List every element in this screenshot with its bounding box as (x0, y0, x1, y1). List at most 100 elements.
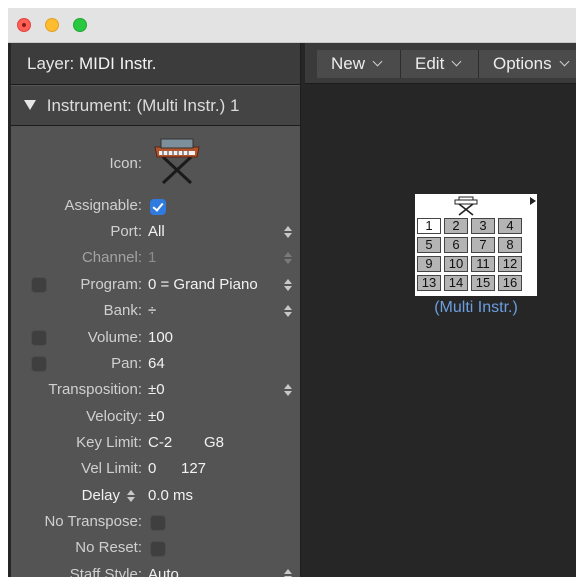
channel-button-8[interactable]: 8 (498, 237, 522, 253)
port-value[interactable]: All (148, 219, 165, 245)
channel-grid: 1 2 3 4 5 6 7 8 9 10 11 12 13 14 15 16 (417, 218, 527, 294)
key-limit-label: Key Limit: (76, 434, 142, 451)
channel-button-12[interactable]: 12 (498, 256, 522, 272)
bank-label: Bank: (103, 302, 142, 319)
zoom-window-button[interactable] (73, 18, 87, 32)
channel-button-7[interactable]: 7 (471, 237, 495, 253)
program-row: Program: 0 = Grand Piano (11, 272, 300, 298)
channel-button-16[interactable]: 16 (498, 275, 522, 291)
program-stepper-icon[interactable] (284, 279, 292, 291)
program-checkbox[interactable] (31, 277, 47, 293)
no-reset-checkbox[interactable] (150, 541, 166, 557)
icon-label: Icon: (109, 155, 142, 172)
volume-value[interactable]: 100 (148, 325, 173, 351)
title-bar (8, 8, 576, 43)
key-limit-low[interactable]: C-2 (148, 430, 172, 456)
channel-button-9[interactable]: 9 (417, 256, 441, 272)
program-value[interactable]: 0 = Grand Piano (148, 272, 258, 298)
pan-value[interactable]: 64 (148, 351, 165, 377)
staff-style-stepper-icon[interactable] (284, 569, 292, 577)
vel-limit-low[interactable]: 0 (148, 456, 156, 482)
vel-limit-label: Vel Limit: (81, 460, 142, 477)
edit-menu-label: Edit (415, 54, 445, 73)
delay-row: Delay 0.0 ms (11, 483, 300, 509)
vel-limit-high[interactable]: 127 (181, 456, 206, 482)
inspector-panel: Layer: MIDI Instr. Instrument: (Multi In… (11, 43, 301, 577)
no-reset-label: No Reset: (75, 539, 142, 556)
new-menu-button[interactable]: New (317, 50, 401, 78)
bank-row: Bank: ÷ (11, 298, 300, 324)
volume-checkbox[interactable] (31, 330, 47, 346)
channel-button-13[interactable]: 13 (417, 275, 441, 291)
channel-button-3[interactable]: 3 (471, 218, 495, 234)
keyboard-stand-icon[interactable] (153, 135, 201, 185)
instrument-label: Instrument: (46, 96, 132, 115)
environment-canvas[interactable]: 1 2 3 4 5 6 7 8 9 10 11 12 13 14 15 16 (… (305, 84, 576, 577)
new-menu-label: New (331, 54, 366, 73)
channel-button-10[interactable]: 10 (444, 256, 468, 272)
port-stepper-icon[interactable] (284, 226, 292, 238)
layer-menu[interactable]: Layer: MIDI Instr. (11, 43, 300, 85)
channel-button-6[interactable]: 6 (444, 237, 468, 253)
channel-button-1[interactable]: 1 (417, 218, 441, 234)
delay-label[interactable]: Delay (82, 483, 120, 509)
velocity-value[interactable]: ±0 (148, 404, 165, 430)
transposition-row: Transposition: ±0 (11, 377, 300, 403)
multi-instrument-object[interactable]: 1 2 3 4 5 6 7 8 9 10 11 12 13 14 15 16 (415, 194, 537, 296)
staff-style-value[interactable]: Auto (148, 562, 179, 577)
channel-button-2[interactable]: 2 (444, 218, 468, 234)
channel-button-11[interactable]: 11 (471, 256, 495, 272)
transposition-label: Transposition: (48, 381, 142, 398)
icon-row: Icon: (11, 131, 300, 191)
port-label: Port: (110, 223, 142, 240)
minimize-window-button[interactable] (45, 18, 59, 32)
key-limit-high[interactable]: G8 (204, 430, 224, 456)
staff-style-label: Staff Style: (69, 566, 142, 577)
channel-label: Channel: (81, 249, 142, 266)
chevron-down-icon (559, 56, 570, 67)
instrument-header[interactable]: Instrument: (Multi Instr.) 1 (11, 86, 300, 126)
vel-limit-row: Vel Limit: 0 127 (11, 456, 300, 482)
instrument-name[interactable]: (Multi Instr.) 1 (137, 96, 240, 115)
delay-value[interactable]: 0.0 ms (148, 483, 193, 509)
options-menu-button[interactable]: Options (479, 50, 576, 78)
no-reset-row: No Reset: (11, 535, 300, 561)
no-transpose-row: No Transpose: (11, 509, 300, 535)
bank-value[interactable]: ÷ (148, 298, 156, 324)
pan-label: Pan: (111, 355, 142, 372)
channel-button-14[interactable]: 14 (444, 275, 468, 291)
program-label: Program: (80, 276, 142, 293)
close-window-button[interactable] (17, 18, 31, 32)
chevron-down-icon (451, 56, 462, 67)
disclosure-triangle-icon[interactable] (24, 100, 36, 110)
assignable-row: Assignable: (11, 193, 300, 219)
environment-window: Layer: MIDI Instr. Instrument: (Multi In… (8, 8, 576, 577)
staff-style-row: Staff Style: Auto (11, 562, 300, 577)
midi-output-arrow-icon[interactable] (530, 197, 536, 205)
assignable-label: Assignable: (64, 197, 142, 214)
no-transpose-checkbox[interactable] (150, 515, 166, 531)
pan-row: Pan: 64 (11, 351, 300, 377)
environment-toolbar: New Edit Options (305, 43, 576, 84)
port-row[interactable]: Port: All (11, 219, 300, 245)
edit-menu-button[interactable]: Edit (401, 50, 479, 78)
velocity-label: Velocity: (86, 408, 142, 425)
assignable-checkbox[interactable] (150, 199, 166, 215)
pan-checkbox[interactable] (31, 356, 47, 372)
volume-row: Volume: 100 (11, 325, 300, 351)
channel-value: 1 (148, 249, 157, 266)
transposition-value[interactable]: ±0 (148, 377, 165, 403)
layer-value: MIDI Instr. (78, 54, 157, 73)
channel-button-4[interactable]: 4 (498, 218, 522, 234)
layer-label: Layer: (27, 54, 75, 73)
channel-button-5[interactable]: 5 (417, 237, 441, 253)
key-limit-row: Key Limit: C-2 G8 (11, 430, 300, 456)
channel-button-15[interactable]: 15 (471, 275, 495, 291)
no-transpose-label: No Transpose: (44, 513, 142, 530)
multi-instrument-label[interactable]: (Multi Instr.) (415, 299, 537, 317)
channel-row: Channel: 1 (11, 245, 300, 271)
delay-unit-stepper-icon[interactable] (127, 490, 135, 502)
volume-label: Volume: (87, 329, 142, 346)
transposition-stepper-icon[interactable] (284, 384, 292, 396)
bank-stepper-icon[interactable] (284, 305, 292, 317)
